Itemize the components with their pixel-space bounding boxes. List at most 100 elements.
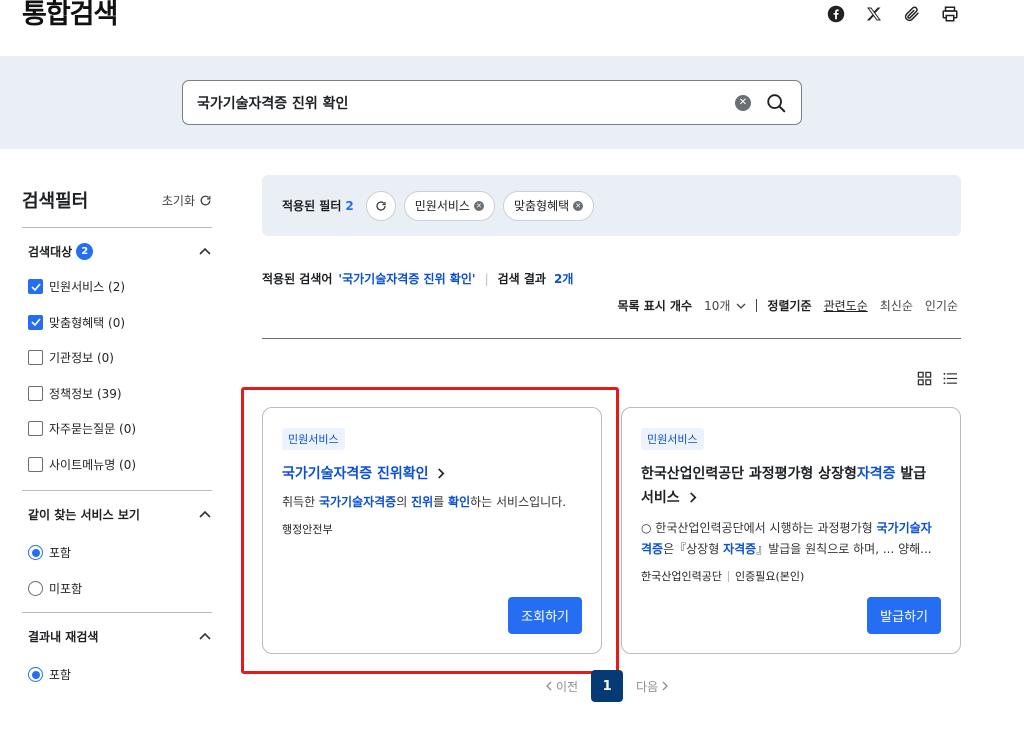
chevron-up-icon[interactable] xyxy=(198,629,212,643)
page-size-label: 목록 표시 개수 xyxy=(617,299,693,313)
chevron-right-icon xyxy=(438,468,445,479)
prev-label: 이전 xyxy=(556,679,579,694)
option-label: 포함 xyxy=(49,668,72,683)
target-options: 민원서비스 (2) 맞춤형혜택 (0) 기관정보 (0) 정책정보 (39) 자… xyxy=(22,269,212,482)
section-related-header[interactable]: 같이 찾는 서비스 보기 xyxy=(22,501,212,527)
reset-button[interactable]: 초기화 xyxy=(162,192,212,209)
option-policy-info[interactable]: 정책정보 (39) xyxy=(22,376,212,412)
option-include[interactable]: 포함 xyxy=(22,657,212,693)
related-options: 포함 미포함 xyxy=(22,535,212,606)
sort-bar: 목록 표시 개수 10개 정렬기준 관련도순 최신순 인기순 xyxy=(617,297,958,314)
section-target-header[interactable]: 검색대상 2 xyxy=(22,238,212,264)
page-title: 통합검색 xyxy=(22,0,118,30)
refresh-icon xyxy=(200,195,211,205)
divider xyxy=(22,490,212,491)
sidebar-header: 검색필터 초기화 xyxy=(22,185,212,215)
page-size-value: 10개 xyxy=(704,299,731,313)
option-include[interactable]: 포함 xyxy=(22,535,212,571)
chevron-left-icon xyxy=(546,681,552,691)
page-size-select[interactable]: 10개 xyxy=(704,297,746,314)
separator xyxy=(727,570,729,582)
search-field[interactable]: 국가기술자격증 진위 확인 ✕ xyxy=(182,80,802,125)
applied-filter-bar: 적용된 필터 2 민원서비스 ✕ 맞춤형혜택 ✕ xyxy=(262,175,961,236)
result-title: 국가기술자격증 진위확인 xyxy=(282,466,429,482)
section-related-title: 같이 찾는 서비스 보기 xyxy=(28,507,140,522)
remove-icon[interactable]: ✕ xyxy=(473,200,484,211)
remove-icon[interactable]: ✕ xyxy=(573,200,584,211)
option-agency-info[interactable]: 기관정보 (0) xyxy=(22,340,212,376)
result-title: 한국산업인력공단 과정평가형 상장형 xyxy=(641,466,857,482)
share-bar xyxy=(826,4,960,24)
attachment-icon[interactable] xyxy=(902,4,922,24)
reset-label: 초기화 xyxy=(161,193,195,208)
page-number-current[interactable]: 1 xyxy=(591,670,624,702)
filter-chip-civil-service[interactable]: 민원서비스 ✕ xyxy=(403,190,495,221)
view-toggle xyxy=(916,370,958,386)
research-options: 포함 xyxy=(22,657,212,693)
checkbox[interactable] xyxy=(28,279,43,295)
chip-label: 맞춤형혜택 xyxy=(513,199,570,213)
checkbox[interactable] xyxy=(28,350,43,366)
list-view-icon[interactable] xyxy=(942,370,958,386)
option-label: 사이트메뉴명 (0) xyxy=(49,457,137,472)
sort-latest[interactable]: 최신순 xyxy=(880,297,913,314)
result-description: ○ 한국산업인력공단에서 시행하는 과정평가형 국가기술자격증은『상장형 자격증… xyxy=(641,521,932,556)
category-tag: 민원서비스 xyxy=(641,428,704,450)
search-band: 국가기술자격증 진위 확인 ✕ xyxy=(0,56,1024,149)
option-label: 미포함 xyxy=(49,581,83,596)
search-icon[interactable] xyxy=(765,92,787,114)
chevron-up-icon[interactable] xyxy=(198,244,212,258)
lookup-button[interactable]: 조회하기 xyxy=(508,597,582,634)
grid-view-icon[interactable] xyxy=(916,370,932,386)
filter-reset-button[interactable] xyxy=(365,190,396,221)
option-exclude[interactable]: 미포함 xyxy=(22,571,212,607)
option-label: 기관정보 (0) xyxy=(49,351,114,366)
facebook-icon[interactable] xyxy=(826,4,846,24)
option-label: 민원서비스 (2) xyxy=(49,280,126,295)
auth-requirement: 인증필요(본인) xyxy=(734,570,805,583)
option-custom-benefit[interactable]: 맞춤형혜택 (0) xyxy=(22,305,212,341)
option-label: 정책정보 (39) xyxy=(49,386,122,401)
result-count: 2개 xyxy=(553,272,574,286)
sidebar-title: 검색필터 xyxy=(22,191,89,212)
next-page-button[interactable]: 다음 xyxy=(636,678,669,695)
checkbox[interactable] xyxy=(28,385,43,401)
checkbox[interactable] xyxy=(28,421,43,437)
agency-name: 한국산업인력공단 xyxy=(641,570,722,583)
section-research-header[interactable]: 결과내 재검색 xyxy=(22,623,212,649)
radio[interactable] xyxy=(28,667,43,683)
option-label: 자주묻는질문 (0) xyxy=(49,422,137,437)
issue-button[interactable]: 발급하기 xyxy=(867,597,941,634)
option-site-menu[interactable]: 사이트메뉴명 (0) xyxy=(22,447,212,483)
sort-relevance[interactable]: 관련도순 xyxy=(824,297,868,314)
search-input[interactable]: 국가기술자격증 진위 확인 xyxy=(197,93,735,113)
search-filter-sidebar: 검색필터 초기화 검색대상 2 민원서비스 (2) 맞춤형혜택 (0) 기관정보 … xyxy=(22,185,212,693)
print-icon[interactable] xyxy=(940,4,960,24)
checkbox[interactable] xyxy=(28,456,43,472)
agency-name: 행정안전부 xyxy=(282,523,333,536)
filter-chip-custom-benefit[interactable]: 맞춤형혜택 ✕ xyxy=(502,190,595,221)
section-target-title: 검색대상 xyxy=(28,244,73,259)
chevron-right-icon xyxy=(662,681,669,691)
checkbox[interactable] xyxy=(28,314,43,330)
option-civil-service[interactable]: 민원서비스 (2) xyxy=(22,269,212,305)
count-badge: 2 xyxy=(76,242,94,260)
radio[interactable] xyxy=(28,545,43,561)
result-meta: 행정안전부 xyxy=(282,521,582,537)
prev-page-button[interactable]: 이전 xyxy=(546,678,578,695)
divider xyxy=(262,338,961,339)
result-card: 민원서비스 한국산업인력공단 과정평가형 상장형자격증 발급 서비스 ○ 한국산… xyxy=(621,407,961,654)
section-research-title: 결과내 재검색 xyxy=(28,629,99,644)
sort-popular[interactable]: 인기순 xyxy=(925,297,958,314)
result-title-link[interactable]: 국가기술자격증 진위확인 xyxy=(282,462,582,486)
next-label: 다음 xyxy=(636,679,659,694)
x-twitter-icon[interactable] xyxy=(864,4,884,24)
applied-filter-label: 적용된 필터 xyxy=(282,199,342,213)
option-faq[interactable]: 자주묻는질문 (0) xyxy=(22,411,212,447)
chevron-up-icon[interactable] xyxy=(198,507,212,521)
pagination: 이전 1 다음 xyxy=(546,670,669,702)
radio[interactable] xyxy=(28,580,43,596)
result-title-link[interactable]: 한국산업인력공단 과정평가형 상장형자격증 발급 서비스 xyxy=(641,462,941,510)
chevron-right-icon xyxy=(689,492,696,503)
clear-icon[interactable]: ✕ xyxy=(735,94,751,111)
